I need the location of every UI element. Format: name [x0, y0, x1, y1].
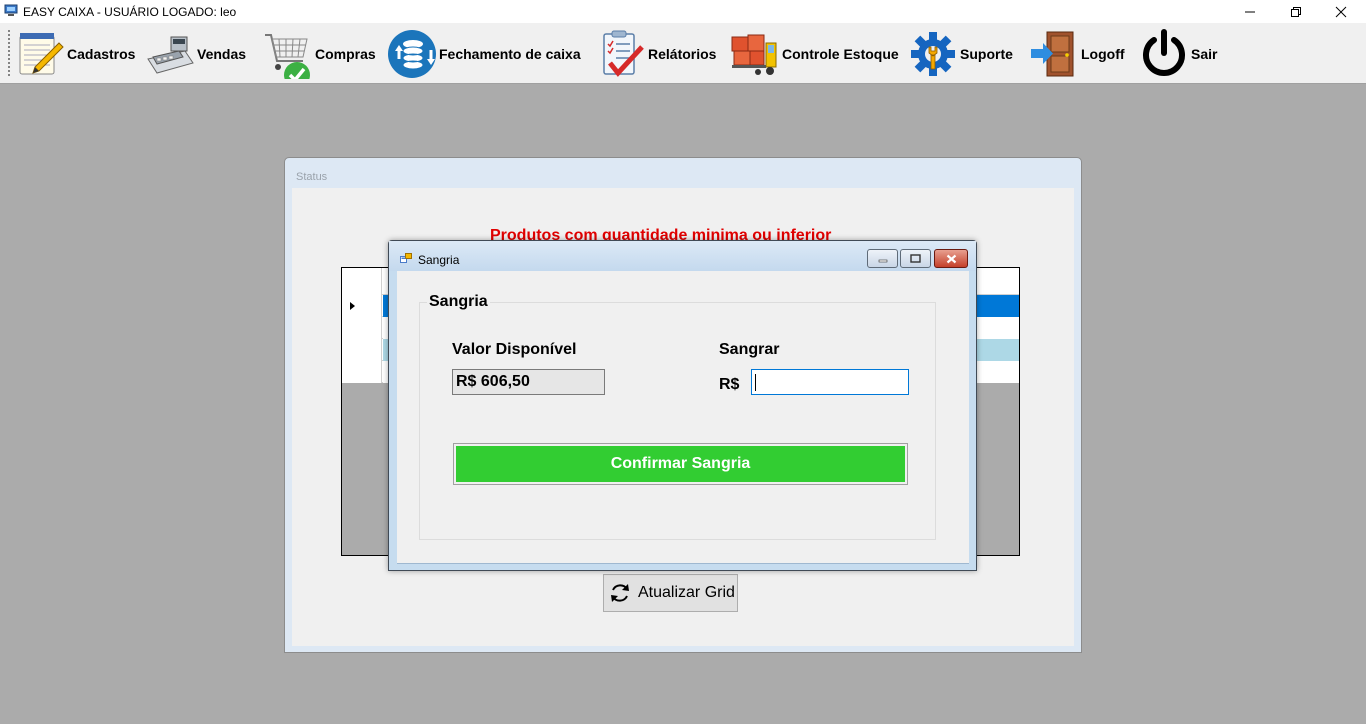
sangria-groupbox — [419, 302, 936, 540]
dialog-maximize-button[interactable] — [900, 249, 931, 268]
currency-label: R$ — [719, 376, 740, 393]
minimize-button[interactable] — [1227, 0, 1273, 23]
maximize-icon — [910, 254, 921, 263]
minimize-icon — [1245, 11, 1255, 12]
toolbar-label: Suporte — [960, 45, 1013, 62]
refresh-grid-label: Atualizar Grid — [638, 584, 735, 601]
dialog-client: Sangria Valor Disponível R$ 606,50 Sangr… — [397, 271, 969, 564]
sangrar-label: Sangrar — [719, 341, 780, 358]
app-computer-icon — [4, 4, 18, 16]
restore-button[interactable] — [1273, 0, 1319, 23]
row-header[interactable] — [342, 295, 382, 317]
dialog-minimize-button[interactable] — [867, 249, 898, 268]
cash-register-icon — [147, 36, 194, 74]
toolbar-grip[interactable] — [7, 29, 11, 77]
restore-icon — [1291, 6, 1301, 17]
sangria-dialog: Sangria Sangria Valor Disponível R$ 606,… — [388, 240, 977, 571]
form-icon — [400, 253, 412, 263]
toolbar-label: Sair — [1191, 45, 1218, 62]
toolbar-fechamento-caixa-button[interactable]: Fechamento de caixa — [387, 26, 581, 81]
toolbar-relatorios-button[interactable]: Relátorios — [596, 26, 716, 81]
dialog-title: Sangria — [418, 253, 460, 267]
toolbar-controle-estoque-button[interactable]: Controle Estoque — [730, 26, 899, 81]
toolbar-label: Relátorios — [648, 45, 717, 62]
toolbar-label: Logoff — [1081, 45, 1125, 62]
toolbar-label: Compras — [315, 45, 376, 62]
close-icon — [946, 254, 956, 263]
door-exit-icon — [1031, 31, 1074, 76]
sangrar-amount-input[interactable] — [751, 369, 909, 395]
grid-corner-cell — [342, 268, 382, 295]
status-window-title: Status — [296, 171, 328, 183]
window-title: EASY CAIXA - USUÁRIO LOGADO: leo — [23, 5, 237, 19]
main-titlebar: EASY CAIXA - USUÁRIO LOGADO: leo — [0, 0, 1366, 23]
toolbar-compras-button[interactable]: Compras — [263, 26, 376, 81]
toolbar-label: Fechamento de caixa — [439, 45, 581, 62]
text-caret — [755, 374, 756, 391]
minimize-icon — [878, 259, 887, 262]
forklift-boxes-icon — [731, 34, 777, 75]
close-icon — [1335, 6, 1347, 17]
toolbar-suporte-button[interactable]: Suporte — [908, 26, 1013, 81]
current-row-arrow-icon — [350, 302, 355, 310]
toolbar-sair-button[interactable]: Sair — [1139, 26, 1217, 81]
gear-wrench-icon — [911, 31, 955, 76]
groupbox-title: Sangria — [427, 293, 490, 311]
close-button[interactable] — [1318, 0, 1364, 23]
toolbar-label: Cadastros — [67, 45, 136, 62]
toolbar-vendas-button[interactable]: Vendas — [145, 26, 246, 81]
toolbar-label: Controle Estoque — [782, 45, 899, 62]
row-header[interactable] — [342, 339, 382, 361]
shopping-cart-check-icon — [265, 33, 310, 79]
dialog-close-button[interactable] — [934, 249, 968, 268]
row-header[interactable] — [342, 361, 382, 383]
toolbar-logoff-button[interactable]: Logoff — [1029, 26, 1125, 81]
power-icon — [1143, 28, 1185, 76]
main-toolbar: Cadastros Vendas Compras Fechamento de c… — [0, 23, 1366, 84]
coins-exchange-icon — [388, 29, 436, 78]
confirmar-sangria-button[interactable]: Confirmar Sangria — [453, 443, 908, 485]
checklist-icon — [603, 30, 644, 77]
refresh-icon — [611, 584, 629, 602]
refresh-grid-button[interactable]: Atualizar Grid — [603, 574, 738, 612]
confirmar-sangria-label: Confirmar Sangria — [456, 446, 905, 482]
row-header[interactable] — [342, 317, 382, 339]
dialog-titlebar[interactable]: Sangria — [389, 241, 976, 271]
valor-disponivel-label: Valor Disponível — [452, 341, 577, 358]
valor-disponivel-field: R$ 606,50 — [452, 369, 605, 395]
toolbar-label: Vendas — [197, 45, 247, 62]
notepad-pencil-icon — [19, 32, 64, 74]
toolbar-cadastros-button[interactable]: Cadastros — [15, 26, 135, 81]
